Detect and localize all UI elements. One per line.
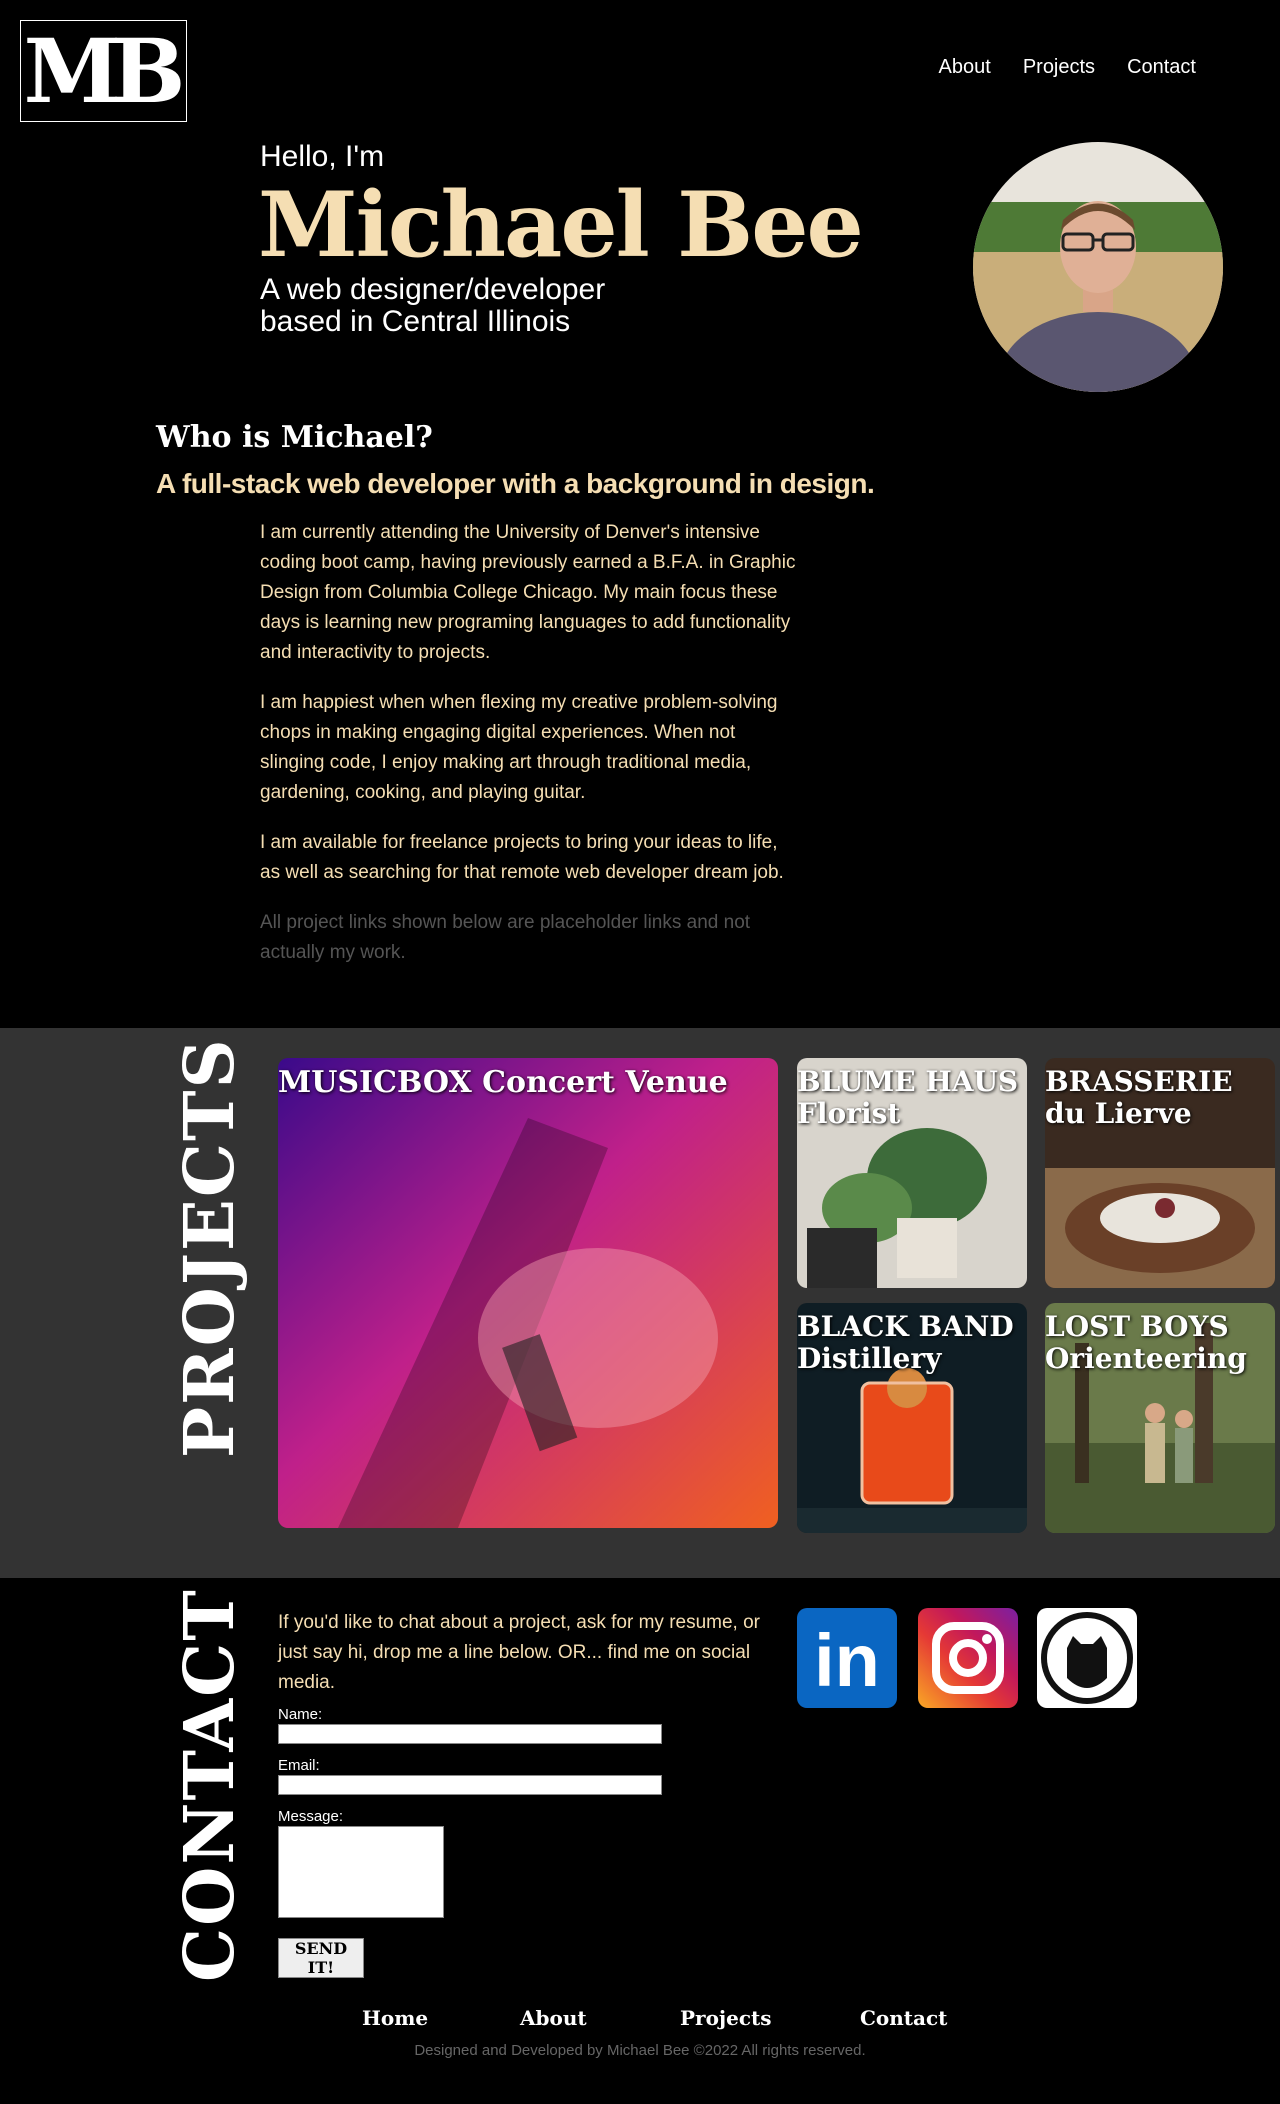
main-nav: About Projects Contact (939, 56, 1196, 79)
project-label: BLACK BAND Distillery (797, 1310, 1014, 1375)
name-label: Name: (278, 1706, 323, 1723)
avatar-photo (973, 142, 1223, 392)
about-body: I am currently attending the University … (260, 518, 800, 988)
name-field[interactable] (278, 1724, 662, 1744)
message-label: Message: (278, 1808, 344, 1825)
hero-tagline-line-2: based in Central Illinois (260, 305, 571, 338)
project-card-brasserie[interactable]: BRASSERIE du Lierve (1045, 1058, 1275, 1288)
footer-nav-projects[interactable]: Projects (680, 2006, 860, 2030)
linkedin-icon-text: in (814, 1619, 880, 1702)
about-heading: Who is Michael? (156, 420, 433, 455)
logo[interactable]: MB (20, 20, 187, 122)
hero-tagline-line-1: A web designer/developer (260, 273, 606, 306)
footer-nav-contact[interactable]: Contact (860, 2006, 947, 2030)
project-card-blume-haus[interactable]: BLUME HAUS Florist (797, 1058, 1027, 1288)
linkedin-link[interactable]: in (797, 1608, 897, 1708)
about-subheading: A full-stack web developer with a backgr… (156, 468, 875, 499)
project-image-guitar (278, 1058, 778, 1528)
avatar (973, 142, 1223, 392)
projects-section: PROJECTS MUSICBOX Concert Venue BLUME HA… (0, 1028, 1280, 1578)
email-field[interactable] (278, 1775, 662, 1795)
project-card-musicbox[interactable]: MUSICBOX Concert Venue (278, 1058, 778, 1528)
instagram-link[interactable] (918, 1608, 1018, 1708)
project-label: BRASSERIE du Lierve (1045, 1065, 1233, 1130)
project-label: BLUME HAUS Florist (797, 1065, 1019, 1130)
project-label: MUSICBOX Concert Venue (278, 1065, 728, 1100)
footer-nav-about[interactable]: About (520, 2006, 680, 2030)
github-link[interactable] (1037, 1608, 1137, 1708)
about-paragraph: I am happiest when when flexing my creat… (260, 692, 778, 803)
project-label: LOST BOYS Orienteering (1045, 1310, 1247, 1375)
copyright: Designed and Developed by Michael Bee ©2… (414, 2042, 866, 2059)
hero-greeting: Hello, I'm (260, 140, 385, 173)
about-paragraph: I am currently attending the University … (260, 522, 796, 663)
logo-text: MB (23, 19, 186, 123)
hero-tagline: A web designer/developer based in Centra… (260, 274, 780, 338)
projects-title: PROJECTS (170, 1037, 250, 1458)
nav-projects[interactable]: Projects (1023, 56, 1095, 79)
hero-name: Michael Bee (258, 172, 864, 278)
about-paragraph: I am available for freelance projects to… (260, 832, 784, 883)
email-label: Email: (278, 1757, 320, 1774)
linkedin-icon: in (814, 1619, 880, 1702)
nav-about[interactable]: About (939, 56, 991, 79)
message-field[interactable] (278, 1826, 444, 1918)
project-card-black-band[interactable]: BLACK BAND Distillery (797, 1303, 1027, 1533)
github-icon (1041, 1612, 1133, 1704)
about-disclaimer: All project links shown below are placeh… (260, 912, 751, 963)
send-button[interactable]: SEND IT! (278, 1938, 364, 1978)
nav-contact[interactable]: Contact (1127, 56, 1196, 79)
instagram-icon (932, 1622, 1004, 1694)
footer-nav-home[interactable]: Home (362, 2006, 520, 2030)
footer-nav: Home About Projects Contact (362, 2006, 947, 2030)
project-card-lost-boys[interactable]: LOST BOYS Orienteering (1045, 1303, 1275, 1533)
contact-intro: If you'd like to chat about a project, a… (278, 1612, 761, 1693)
contact-title: CONTACT (170, 1588, 250, 1982)
